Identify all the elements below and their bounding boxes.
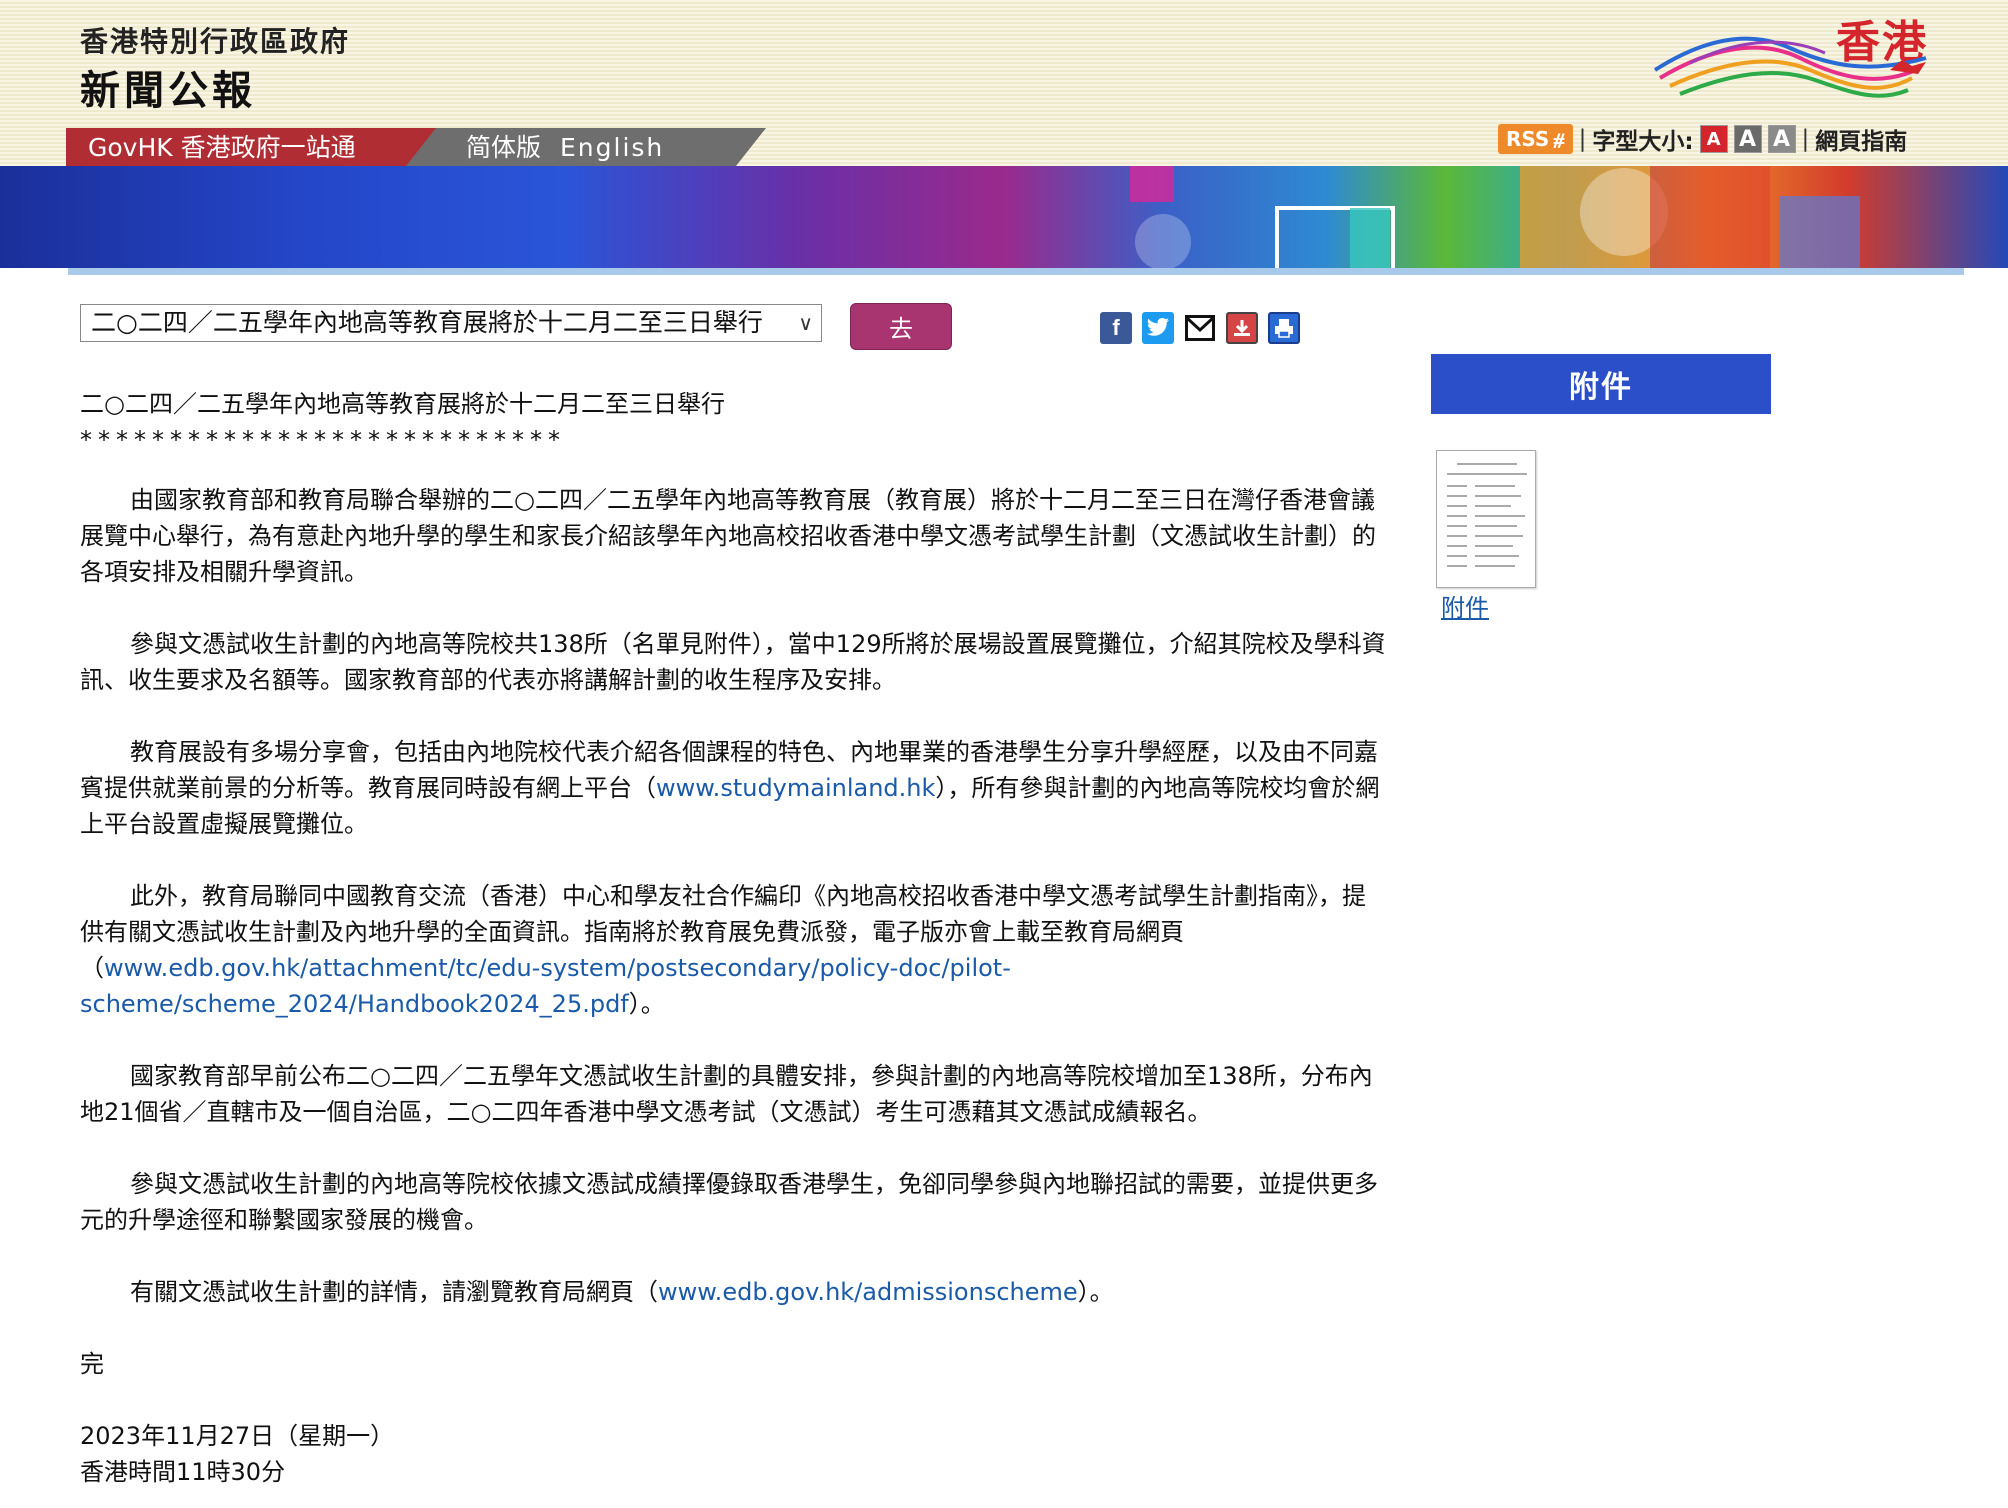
govhk-link[interactable]: GovHK 香港政府一站通 [66,128,406,166]
header: 香港特別行政區政府 新聞公報 香港 GovHK 香港政府一站通 简体版 Engl… [0,0,2008,166]
separator: | [1802,126,1810,152]
thumbnail-line [1475,515,1525,517]
thumbnail-line [1447,525,1467,527]
chevron-down-icon: ∨ [798,305,813,341]
thumbnail-line [1447,473,1527,475]
banner-shape [1135,214,1191,268]
article-paragraph: 由國家教育部和教育局聯合舉辦的二○二四／二五學年內地高等教育展（教育展）將於十二… [80,482,1386,590]
attachment-thumbnail[interactable] [1436,450,1536,588]
facebook-icon[interactable]: f [1100,312,1132,344]
thumbnail-line [1447,495,1467,497]
thumbnail-line [1475,555,1519,557]
thumbnail-line [1447,505,1467,507]
banner-shape [1130,166,1174,202]
studymainland-link[interactable]: www.studymainland.hk [656,774,935,802]
rss-icon: ⧣ [1553,127,1564,151]
thumbnail-line [1475,495,1521,497]
article-paragraph: 有關文憑試收生計劃的詳情，請瀏覽教育局網頁（www.edb.gov.hk/adm… [80,1274,1386,1310]
thumbnail-line [1475,525,1517,527]
press-release-body: 二○二四／二五學年內地高等教育展將於十二月二至三日舉行 ************… [80,386,1386,1490]
decorative-banner [0,166,2008,268]
paragraph-text: 有關文憑試收生計劃的詳情，請瀏覽教育局網頁（ [130,1278,658,1306]
language-tabs: 简体版 English [406,128,736,166]
share-toolbar: f [1100,312,1300,344]
twitter-icon[interactable] [1142,312,1174,344]
thumbnail-line [1447,545,1467,547]
thumbnail-line [1457,463,1517,465]
paragraph-text: ）。 [1078,1278,1114,1306]
font-size-large-button[interactable]: A [1768,125,1796,153]
go-button[interactable]: 去 [850,303,952,350]
thumbnail-line [1447,485,1467,487]
thumbnail-line [1447,555,1467,557]
banner-shape [1780,196,1860,268]
article-paragraph: 參與文憑試收生計劃的內地高等院校共138所（名單見附件），當中129所將於展場設… [80,626,1386,698]
title-underline-stars: *************************** [80,422,1386,458]
download-icon[interactable] [1226,312,1258,344]
thumbnail-line [1475,505,1511,507]
separator: | [1579,126,1587,152]
thumbnail-line [1447,515,1467,517]
banner-shape [1650,166,1770,268]
thumbnail-line [1475,535,1523,537]
attachment-link[interactable]: 附件 [1441,588,1489,623]
article-paragraph: 教育展設有多場分享會，包括由內地院校代表介紹各個課程的特色、內地畢業的香港學生分… [80,734,1386,842]
header-toolbar: RSS ⧣ | 字型大小: A A A | 網頁指南 [1498,122,1907,156]
article-paragraph: 國家教育部早前公布二○二四／二五學年文憑試收生計劃的具體安排，參與計劃的內地高等… [80,1058,1386,1130]
thumbnail-line [1475,565,1515,567]
article-paragraph: 此外，教育局聯同中國教育交流（香港）中心和學友社合作編印《內地高校招收香港中學文… [80,878,1386,1022]
banner-shape [1350,208,1390,268]
banner-underline [68,268,1964,275]
english-link[interactable]: English [560,128,664,168]
attachment-header: 附件 [1431,354,1771,414]
font-size-small-button[interactable]: A [1700,125,1728,153]
paragraph-text: ）。 [629,990,665,1018]
press-release-select[interactable]: 二○二四／二五學年內地高等教育展將於十二月二至三日舉行 ∨ [80,304,822,342]
font-size-medium-button[interactable]: A [1734,125,1762,153]
admissionscheme-link[interactable]: www.edb.gov.hk/admissionscheme [658,1278,1078,1306]
thumbnail-line [1447,535,1467,537]
email-icon[interactable] [1184,312,1216,344]
simplified-chinese-link[interactable]: 简体版 [466,128,541,168]
brand-hong-kong-dragon-logo [1650,8,1932,108]
thumbnail-line [1475,485,1515,487]
print-icon[interactable] [1268,312,1300,344]
handbook-pdf-link[interactable]: www.edb.gov.hk/attachment/tc/edu-system/… [80,954,1011,1018]
website-guide-link[interactable]: 網頁指南 [1815,122,1907,156]
site-title: 新聞公報 [80,58,256,116]
release-time: 香港時間11時30分 [80,1454,1386,1490]
thumbnail-line [1475,545,1513,547]
release-date: 2023年11月27日（星期一） [80,1418,1386,1454]
press-release-select-value: 二○二四／二五學年內地高等教育展將於十二月二至三日舉行 [91,308,763,337]
thumbnail-line [1447,565,1467,567]
article-title: 二○二四／二五學年內地高等教育展將於十二月二至三日舉行 [80,386,1386,422]
rss-label: RSS [1506,127,1549,151]
font-size-label: 字型大小: [1592,122,1693,156]
article-paragraph: 參與文憑試收生計劃的內地高等院校依據文憑試成績擇優錄取香港學生，免卻同學參與內地… [80,1166,1386,1238]
government-name: 香港特別行政區政府 [80,20,350,60]
rss-button[interactable]: RSS ⧣ [1498,124,1573,154]
end-mark: 完 [80,1346,1386,1382]
